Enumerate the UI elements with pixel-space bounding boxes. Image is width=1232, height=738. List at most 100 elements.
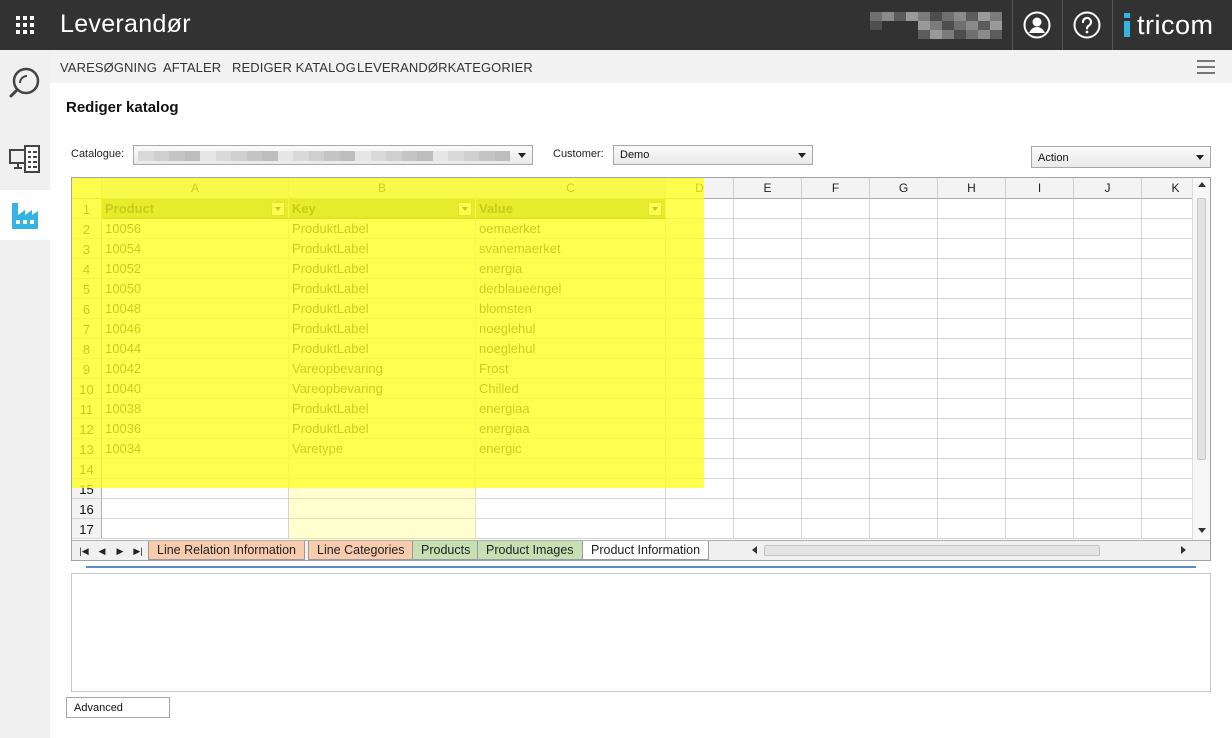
table-cell[interactable]: 10048 <box>102 299 289 319</box>
table-cell[interactable] <box>666 479 734 499</box>
table-cell[interactable] <box>802 339 870 359</box>
table-cell[interactable] <box>938 319 1006 339</box>
table-cell[interactable] <box>802 279 870 299</box>
table-cell[interactable] <box>802 519 870 539</box>
table-cell[interactable]: ProduktLabel <box>289 319 476 339</box>
table-cell[interactable] <box>476 519 666 539</box>
table-cell[interactable] <box>102 459 289 479</box>
table-cell[interactable]: 10040 <box>102 379 289 399</box>
table-cell[interactable]: 10044 <box>102 339 289 359</box>
table-cell[interactable]: 10042 <box>102 359 289 379</box>
row-header[interactable]: 8 <box>72 339 102 359</box>
table-cell[interactable]: ProduktLabel <box>289 419 476 439</box>
nav-rediger-katalog[interactable]: REDIGER KATALOG <box>232 60 356 75</box>
table-cell[interactable]: energia <box>476 259 666 279</box>
table-header-cell[interactable]: Product <box>102 199 289 219</box>
table-cell[interactable] <box>1006 439 1074 459</box>
table-cell[interactable] <box>802 199 870 219</box>
table-cell[interactable] <box>1006 379 1074 399</box>
column-header[interactable]: I <box>1006 178 1074 199</box>
row-header[interactable]: 6 <box>72 299 102 319</box>
table-cell[interactable]: 10054 <box>102 239 289 259</box>
table-cell[interactable] <box>476 459 666 479</box>
table-cell[interactable] <box>938 439 1006 459</box>
row-header[interactable]: 15 <box>72 479 102 499</box>
nav-aftaler[interactable]: AFTALER <box>163 60 221 75</box>
table-cell[interactable] <box>666 319 734 339</box>
table-cell[interactable] <box>102 479 289 499</box>
table-cell[interactable] <box>734 219 802 239</box>
table-cell[interactable]: Vareopbevaring <box>289 379 476 399</box>
column-header[interactable]: C <box>476 178 666 199</box>
table-cell[interactable]: ProduktLabel <box>289 339 476 359</box>
detail-panel[interactable] <box>71 573 1211 692</box>
select-all-corner[interactable] <box>72 178 102 199</box>
table-cell[interactable] <box>1006 259 1074 279</box>
table-cell[interactable] <box>666 459 734 479</box>
table-cell[interactable]: ProduktLabel <box>289 239 476 259</box>
table-cell[interactable] <box>666 199 734 219</box>
table-header-cell[interactable]: Key <box>289 199 476 219</box>
table-cell[interactable]: oemaerket <box>476 219 666 239</box>
table-cell[interactable] <box>870 339 938 359</box>
table-cell[interactable]: blomsten <box>476 299 666 319</box>
table-cell[interactable] <box>870 319 938 339</box>
table-cell[interactable] <box>1006 219 1074 239</box>
table-cell[interactable]: energiaa <box>476 419 666 439</box>
table-cell[interactable] <box>802 499 870 519</box>
action-select[interactable]: Action <box>1031 146 1211 168</box>
table-cell[interactable] <box>938 359 1006 379</box>
table-cell[interactable] <box>1074 219 1142 239</box>
table-cell[interactable] <box>1074 259 1142 279</box>
next-sheet-icon[interactable]: ▶ <box>112 544 128 558</box>
table-cell[interactable] <box>938 419 1006 439</box>
table-cell[interactable] <box>734 419 802 439</box>
table-cell[interactable]: noeglehul <box>476 339 666 359</box>
scroll-down-icon[interactable] <box>1198 528 1206 533</box>
table-cell[interactable] <box>734 259 802 279</box>
column-header[interactable]: B <box>289 178 476 199</box>
table-cell[interactable] <box>802 239 870 259</box>
table-cell[interactable] <box>1006 399 1074 419</box>
table-cell[interactable] <box>870 459 938 479</box>
table-cell[interactable] <box>1074 319 1142 339</box>
table-cell[interactable] <box>938 399 1006 419</box>
column-header[interactable]: F <box>802 178 870 199</box>
table-cell[interactable] <box>870 379 938 399</box>
last-sheet-icon[interactable]: ▶| <box>130 544 146 558</box>
column-header[interactable]: J <box>1074 178 1142 199</box>
catalogue-select[interactable] <box>133 145 533 165</box>
table-cell[interactable]: 10034 <box>102 439 289 459</box>
table-cell[interactable] <box>938 519 1006 539</box>
table-cell[interactable] <box>938 299 1006 319</box>
advanced-button[interactable]: Advanced <box>66 697 170 718</box>
table-cell[interactable] <box>1006 459 1074 479</box>
row-header[interactable]: 11 <box>72 399 102 419</box>
table-cell[interactable] <box>1074 199 1142 219</box>
table-cell[interactable] <box>1006 279 1074 299</box>
table-cell[interactable] <box>1006 199 1074 219</box>
table-cell[interactable] <box>734 319 802 339</box>
table-cell[interactable] <box>870 279 938 299</box>
table-cell[interactable] <box>802 479 870 499</box>
sheet-tab[interactable]: Line Relation Information <box>148 541 305 560</box>
table-cell[interactable] <box>734 359 802 379</box>
table-cell[interactable] <box>666 359 734 379</box>
table-cell[interactable] <box>1074 459 1142 479</box>
table-cell[interactable] <box>938 499 1006 519</box>
table-cell[interactable] <box>1074 379 1142 399</box>
table-cell[interactable] <box>734 519 802 539</box>
table-cell[interactable] <box>870 299 938 319</box>
sidebar-item-supplier[interactable] <box>0 190 50 240</box>
table-cell[interactable] <box>802 379 870 399</box>
column-header[interactable]: E <box>734 178 802 199</box>
table-cell[interactable] <box>734 199 802 219</box>
table-cell[interactable] <box>734 279 802 299</box>
table-cell[interactable] <box>1074 419 1142 439</box>
table-cell[interactable] <box>802 219 870 239</box>
table-cell[interactable] <box>734 339 802 359</box>
app-launcher-icon[interactable] <box>16 16 34 34</box>
row-header[interactable]: 10 <box>72 379 102 399</box>
row-header[interactable]: 7 <box>72 319 102 339</box>
table-cell[interactable] <box>1006 319 1074 339</box>
